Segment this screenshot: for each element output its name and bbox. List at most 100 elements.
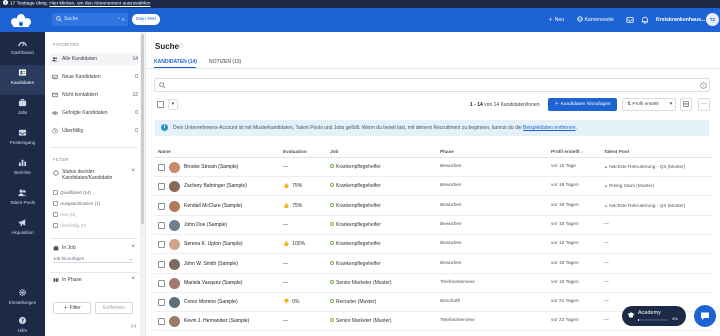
status-option-overdue[interactable]: Überfällig (0): [53, 223, 86, 228]
favorite-new-candidates[interactable]: Neue Kandidaten 0: [50, 71, 138, 83]
collapse-panel-icon[interactable]: ‹: [131, 323, 133, 330]
favorite-followed[interactable]: Gefolgte Kandidaten 0: [50, 107, 138, 119]
job-cell[interactable]: Krankenpflegehelfer: [330, 241, 381, 247]
help-circle-icon[interactable]: ?: [700, 82, 707, 89]
job-cell[interactable]: Senior Marketer (Muster): [330, 318, 392, 324]
candidate-name[interactable]: Kevin J. Hernandez (Sample): [184, 318, 249, 324]
remove-phase-filter-icon[interactable]: ×: [131, 276, 135, 282]
column-talent-pool[interactable]: Talent Pool: [604, 149, 629, 154]
more-options-button[interactable]: ···: [698, 98, 710, 111]
filter-button[interactable]: ＋ Filter: [53, 302, 91, 314]
nav-dashboard[interactable]: Dashboard: [0, 38, 45, 55]
nav-candidates[interactable]: Kandidaten: [0, 68, 45, 85]
remove-sample-data-link[interactable]: Beispieldaten entfernen: [523, 125, 576, 131]
column-evaluation[interactable]: Evaluation: [283, 149, 307, 154]
nav-settings[interactable]: Einstellungen: [0, 288, 45, 305]
new-button[interactable]: ＋ Neu: [548, 8, 564, 32]
add-candidates-button[interactable]: ＋ Kandidaten hinzufügen: [548, 98, 617, 111]
row-checkbox[interactable]: [158, 241, 165, 249]
remove-filters-button[interactable]: Entfernen: [95, 302, 133, 314]
status-option-excluded[interactable]: Ausgeschlossen (1): [53, 201, 100, 206]
row-checkbox[interactable]: [158, 221, 165, 229]
job-cell[interactable]: Krankenpflegehelfer: [330, 260, 381, 267]
filter-scrollbar-thumb[interactable]: [141, 34, 144, 224]
column-phase[interactable]: Phase: [440, 149, 454, 154]
nav-reports[interactable]: Berichte: [0, 158, 45, 175]
table-row[interactable]: John Doe (Sample) — Krankenpflegehelfer Bew…: [154, 216, 712, 235]
collapse-sidebar-icon[interactable]: ‹: [134, 323, 136, 330]
pool-name[interactable]: Rising Stars (Muster): [609, 184, 654, 189]
row-checkbox[interactable]: [158, 279, 165, 287]
global-search[interactable]: Suche ⌃ K: [52, 13, 128, 26]
bell-icon[interactable]: [641, 16, 649, 24]
checkbox[interactable]: [53, 190, 58, 195]
row-checkbox[interactable]: [158, 318, 165, 326]
select-all-checkbox[interactable]: [157, 101, 164, 108]
career-page-link[interactable]: Karriereseite: [577, 8, 614, 32]
job-filter-input[interactable]: Job hinzufügen ⌄: [53, 254, 133, 263]
nav-inbox[interactable]: Posteingang: [0, 128, 45, 145]
job-cell[interactable]: Krankenpflegehelfer: [330, 202, 381, 209]
status-option-qualified[interactable]: Qualifiziert (14): [53, 190, 91, 195]
candidate-name[interactable]: Serena K. Upton (Sample): [184, 241, 243, 247]
candidate-name[interactable]: Kendall McClure (Sample): [184, 203, 242, 209]
table-row[interactable]: Mariela Vasquez (Sample) — Senior Marketer…: [154, 274, 712, 293]
nav-jobs[interactable]: Jobs: [0, 98, 45, 115]
chat-button[interactable]: [694, 305, 716, 327]
column-name[interactable]: Name: [158, 149, 171, 154]
table-row[interactable]: Brooke Strosin (Sample) — Krankenpflegehel…: [154, 158, 712, 177]
row-checkbox[interactable]: [158, 183, 165, 191]
row-checkbox[interactable]: [158, 164, 165, 171]
candidate-name[interactable]: Conor Moreno (Sample): [184, 299, 238, 305]
view-toggle-button[interactable]: [680, 98, 692, 111]
checkbox[interactable]: [53, 212, 58, 217]
candidate-name[interactable]: Mariela Vasquez (Sample): [184, 280, 243, 286]
candidate-name[interactable]: John Doe (Sample): [184, 222, 227, 228]
nav-help[interactable]: ? Hilfe: [0, 316, 45, 333]
job-cell[interactable]: Krankenpflegehelfer: [330, 164, 381, 170]
job-cell[interactable]: Recruiter (Muster): [330, 299, 376, 305]
nav-talent-pools[interactable]: Talent Pools: [0, 188, 45, 205]
remove-status-filter-icon[interactable]: ×: [131, 168, 135, 174]
table-row[interactable]: Serena K. Upton (Sample) 👍 100% Krankenpfle…: [154, 235, 712, 255]
tab-candidates[interactable]: KANDIDATEN (14): [154, 59, 197, 65]
candidate-search-input[interactable]: [154, 78, 710, 92]
checkbox[interactable]: [53, 201, 58, 206]
table-row[interactable]: John W. Smith (Sample) — Krankenpflegehelf…: [154, 255, 712, 274]
checkbox[interactable]: [53, 223, 58, 228]
user-avatar[interactable]: TZ: [706, 13, 719, 26]
status-option-new[interactable]: Neu (0): [53, 212, 75, 217]
job-cell[interactable]: Senior Marketer (Muster): [330, 279, 392, 286]
row-checkbox[interactable]: [158, 299, 165, 307]
favorite-not-contacted[interactable]: Nicht kontaktiert 12: [50, 89, 138, 101]
banner-link[interactable]: Hier klicken, um den Abonnement auszuwäh…: [49, 2, 150, 7]
pool-name[interactable]: Nächste Rekrutierung - Q3 (Muster): [609, 204, 685, 209]
column-job[interactable]: Job: [330, 149, 338, 154]
tab-notes[interactable]: NOTIZEN (13): [209, 59, 241, 65]
table-row[interactable]: Kendall McClure (Sample) 👍 75% Krankenpfleg…: [154, 197, 712, 216]
row-checkbox[interactable]: [158, 260, 165, 268]
job-cell[interactable]: Krankenpflegehelfer: [330, 221, 381, 228]
candidate-name[interactable]: John W. Smith (Sample): [184, 261, 238, 267]
test-pill[interactable]: Dein Test: [132, 14, 160, 25]
remove-job-filter-icon[interactable]: ×: [131, 244, 135, 250]
filter-scrollbar[interactable]: [140, 32, 145, 336]
candidate-name[interactable]: Brooke Strosin (Sample): [184, 164, 238, 170]
inbox-icon[interactable]: [626, 16, 634, 24]
dropdown-chevron-icon[interactable]: ⌄: [129, 254, 133, 263]
column-profile-created[interactable]: Profil erstellt ↓: [551, 149, 583, 154]
sort-dropdown[interactable]: ⇅ Profil erstellt ▾: [622, 98, 676, 111]
pool-name[interactable]: Nächste Rekrutierung - Q3 (Muster): [609, 165, 685, 170]
app-logo[interactable]: [10, 12, 32, 28]
candidate-name[interactable]: Zachery Bahringer (Sample): [184, 183, 247, 189]
favorite-all-candidates[interactable]: Alle Kandidaten 14: [50, 53, 138, 65]
company-name[interactable]: Kreiskrankenhaus...: [656, 8, 705, 32]
job-cell[interactable]: Krankenpflegehelfer: [330, 183, 381, 189]
bulk-action-dropdown[interactable]: ▾: [168, 99, 178, 110]
academy-widget[interactable]: Academy 4%: [622, 306, 686, 326]
nav-acquisition[interactable]: Akquisition: [0, 218, 45, 235]
favorite-overdue[interactable]: Überfällig 0: [50, 125, 138, 137]
favorite-star-icon[interactable]: ☆: [178, 42, 184, 50]
row-checkbox[interactable]: [158, 202, 165, 210]
table-row[interactable]: Zachery Bahringer (Sample) 👍 75% Krankenpfl…: [154, 177, 712, 197]
